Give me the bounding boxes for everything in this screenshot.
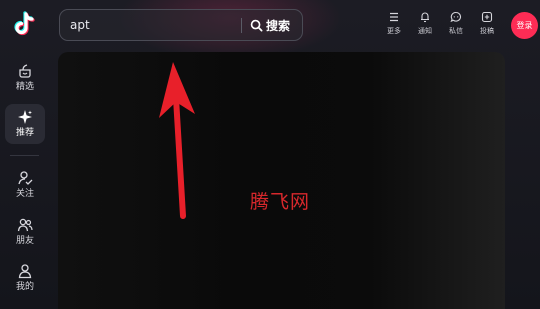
sidebar-item-friends[interactable]: 朋友: [5, 212, 45, 252]
follow-icon: [18, 171, 33, 185]
notification-label: 通知: [418, 27, 432, 35]
friends-icon: [17, 218, 33, 232]
bell-icon: [421, 12, 429, 23]
sidebar-divider: [10, 155, 39, 156]
sidebar-item-featured[interactable]: 精选: [5, 58, 45, 98]
message-button[interactable]: 私信: [443, 11, 469, 41]
search-button[interactable]: 搜索: [250, 14, 300, 36]
search-button-label: 搜索: [266, 18, 291, 33]
upload-icon: [481, 11, 493, 23]
login-label: 登录: [516, 21, 533, 30]
profile-icon: [18, 264, 32, 279]
sidebar-item-recommend[interactable]: 推荐: [5, 104, 45, 144]
search-divider: [241, 18, 242, 33]
menu-icon: [390, 12, 398, 22]
sidebar-item-label: 推荐: [15, 128, 34, 138]
tiktok-logo-icon[interactable]: [11, 10, 39, 38]
sidebar-item-label: 朋友: [15, 236, 34, 246]
sidebar: 精选 推荐 关注 朋友 我的: [0, 0, 50, 309]
sidebar-item-label: 精选: [15, 82, 34, 92]
sidebar-item-follow[interactable]: 关注: [5, 165, 45, 205]
sidebar-item-label: 关注: [15, 189, 34, 199]
more-label: 更多: [387, 27, 401, 35]
red-arrow-icon: [159, 62, 195, 219]
notification-button[interactable]: 通知: [412, 11, 438, 41]
search-bar: 搜索: [59, 9, 303, 41]
login-button[interactable]: 登录: [511, 12, 538, 39]
featured-icon: [19, 64, 31, 78]
sidebar-item-profile[interactable]: 我的: [5, 258, 45, 298]
more-button[interactable]: 更多: [381, 11, 407, 41]
video-player[interactable]: 腾飞网: [58, 52, 505, 309]
sidebar-item-label: 我的: [15, 282, 34, 292]
watermark-text: 腾飞网: [250, 191, 311, 213]
upload-button[interactable]: 投稿: [474, 11, 500, 41]
sparkle-icon: [18, 110, 32, 124]
search-icon: [250, 19, 263, 31]
message-label: 私信: [449, 27, 463, 35]
search-input[interactable]: [70, 10, 230, 40]
message-icon: [450, 11, 462, 23]
upload-label: 投稿: [480, 27, 494, 35]
